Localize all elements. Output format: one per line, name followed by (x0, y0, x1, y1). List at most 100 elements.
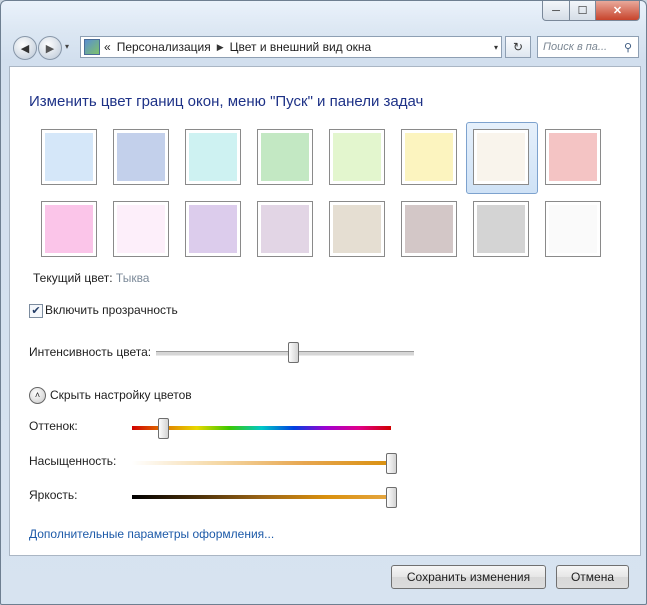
color-swatch-pumpkin[interactable] (466, 122, 538, 194)
swatch-fill (45, 205, 93, 253)
swatch-fill (405, 205, 453, 253)
swatch-gloss (117, 133, 165, 181)
window-controls: ─ ☐ ✕ (542, 1, 640, 21)
brightness-slider-thumb[interactable] (386, 487, 397, 508)
swatch-tile (185, 129, 241, 185)
saturation-slider-track[interactable] (132, 461, 391, 465)
transparency-checkbox[interactable]: ✔ (29, 304, 43, 318)
swatch-tile (41, 129, 97, 185)
swatch-fill (45, 133, 93, 181)
address-dropdown-icon[interactable]: ▾ (494, 43, 498, 52)
brightness-label: Яркость: (29, 488, 78, 502)
page-title: Изменить цвет границ окон, меню "Пуск" и… (29, 93, 424, 110)
swatch-gloss (45, 205, 93, 253)
swatch-fill (117, 205, 165, 253)
swatch-gloss (405, 205, 453, 253)
minimize-button[interactable]: ─ (542, 1, 570, 21)
brightness-slider-track[interactable] (132, 495, 391, 499)
refresh-button[interactable]: ↻ (505, 36, 531, 58)
swatch-gloss (117, 205, 165, 253)
close-button[interactable]: ✕ (596, 1, 640, 21)
swatch-gloss (261, 205, 309, 253)
checkmark-icon: ✔ (31, 305, 41, 317)
hue-slider-track[interactable] (132, 426, 391, 430)
breadcrumb-separator-icon[interactable]: ▶ (217, 42, 224, 53)
color-swatch-sky[interactable] (41, 129, 97, 185)
swatch-tile (329, 201, 385, 257)
color-swatch-slate[interactable] (473, 201, 529, 257)
save-changes-button[interactable]: Сохранить изменения (391, 565, 546, 589)
cancel-button[interactable]: Отмена (556, 565, 629, 589)
content-pane: Изменить цвет границ окон, меню "Пуск" и… (9, 66, 641, 589)
maximize-icon: ☐ (577, 5, 588, 17)
swatch-gloss (477, 205, 525, 253)
color-swatch-taupe[interactable] (329, 201, 385, 257)
swatch-fill (117, 133, 165, 181)
color-swatch-row-2 (41, 201, 601, 257)
breadcrumb-overflow[interactable]: « (104, 40, 111, 54)
minimize-icon: ─ (552, 4, 560, 17)
swatch-fill (261, 133, 309, 181)
close-icon: ✕ (612, 5, 623, 17)
swatch-fill (477, 205, 525, 253)
maximize-button[interactable]: ☐ (570, 1, 596, 21)
swatch-fill (405, 133, 453, 181)
color-swatch-blush[interactable] (113, 201, 169, 257)
saturation-slider-thumb[interactable] (386, 453, 397, 474)
swatch-fill (549, 205, 597, 253)
color-swatch-chocolate[interactable] (401, 201, 457, 257)
swatch-tile (113, 201, 169, 257)
transparency-label[interactable]: Включить прозрачность (45, 303, 178, 317)
color-swatch-twilight[interactable] (113, 129, 169, 185)
color-swatch-sun[interactable] (401, 129, 457, 185)
breadcrumb-personalization[interactable]: Персонализация (117, 40, 211, 54)
swatch-gloss (189, 205, 237, 253)
address-bar[interactable]: « Персонализация ▶ Цвет и внешний вид ок… (80, 36, 502, 58)
color-swatch-lime[interactable] (329, 129, 385, 185)
collapse-mixer-button[interactable]: ˄ (29, 387, 46, 404)
breadcrumb-window-color[interactable]: Цвет и внешний вид окна (230, 40, 372, 54)
current-color-value: Тыква (115, 271, 150, 285)
collapse-mixer-label[interactable]: Скрыть настройку цветов (50, 388, 192, 402)
intensity-slider-thumb[interactable] (287, 342, 299, 363)
navigation-bar: ◀ ▶ ▾ « Персонализация ▶ Цвет и внешний … (13, 34, 641, 60)
intensity-label: Интенсивность цвета: (29, 345, 152, 359)
color-swatch-ruby[interactable] (545, 129, 601, 185)
swatch-tile (329, 129, 385, 185)
refresh-icon: ↻ (512, 40, 524, 54)
swatch-gloss (405, 133, 453, 181)
intensity-slider-track[interactable] (156, 351, 414, 356)
swatch-fill (477, 133, 525, 181)
color-swatch-violet[interactable] (185, 201, 241, 257)
back-button[interactable]: ◀ (13, 36, 37, 60)
search-input[interactable]: Поиск в па... (543, 41, 621, 53)
search-icon[interactable]: ⚲ (621, 41, 635, 54)
swatch-gloss (333, 205, 381, 253)
swatch-gloss (333, 133, 381, 181)
recent-pages-dropdown[interactable]: ▾ (65, 42, 69, 51)
swatch-tile (257, 201, 313, 257)
hue-label: Оттенок: (29, 419, 78, 433)
hue-slider-thumb[interactable] (158, 418, 170, 439)
color-swatch-frost[interactable] (545, 201, 601, 257)
color-swatch-leaf[interactable] (257, 129, 313, 185)
color-swatch-lavender[interactable] (257, 201, 313, 257)
swatch-tile (257, 129, 313, 185)
personalization-window: ─ ☐ ✕ ◀ ▶ ▾ « Персонализация ▶ Цвет и вн… (0, 0, 647, 605)
color-swatch-sea[interactable] (185, 129, 241, 185)
swatch-fill (549, 133, 597, 181)
swatch-tile (401, 129, 457, 185)
swatch-tile (113, 129, 169, 185)
current-color: Текущий цвет: Тыква (33, 271, 149, 285)
swatch-gloss (477, 133, 525, 181)
swatch-fill (333, 133, 381, 181)
forward-button[interactable]: ▶ (38, 36, 62, 60)
swatch-gloss (45, 133, 93, 181)
color-swatch-fuchsia[interactable] (41, 201, 97, 257)
advanced-appearance-link[interactable]: Дополнительные параметры оформления... (29, 527, 274, 541)
search-box[interactable]: Поиск в па... ⚲ (537, 36, 639, 58)
control-panel-icon (84, 39, 100, 55)
swatch-tile (41, 201, 97, 257)
swatch-fill (333, 205, 381, 253)
color-swatch-row-1 (41, 122, 601, 194)
